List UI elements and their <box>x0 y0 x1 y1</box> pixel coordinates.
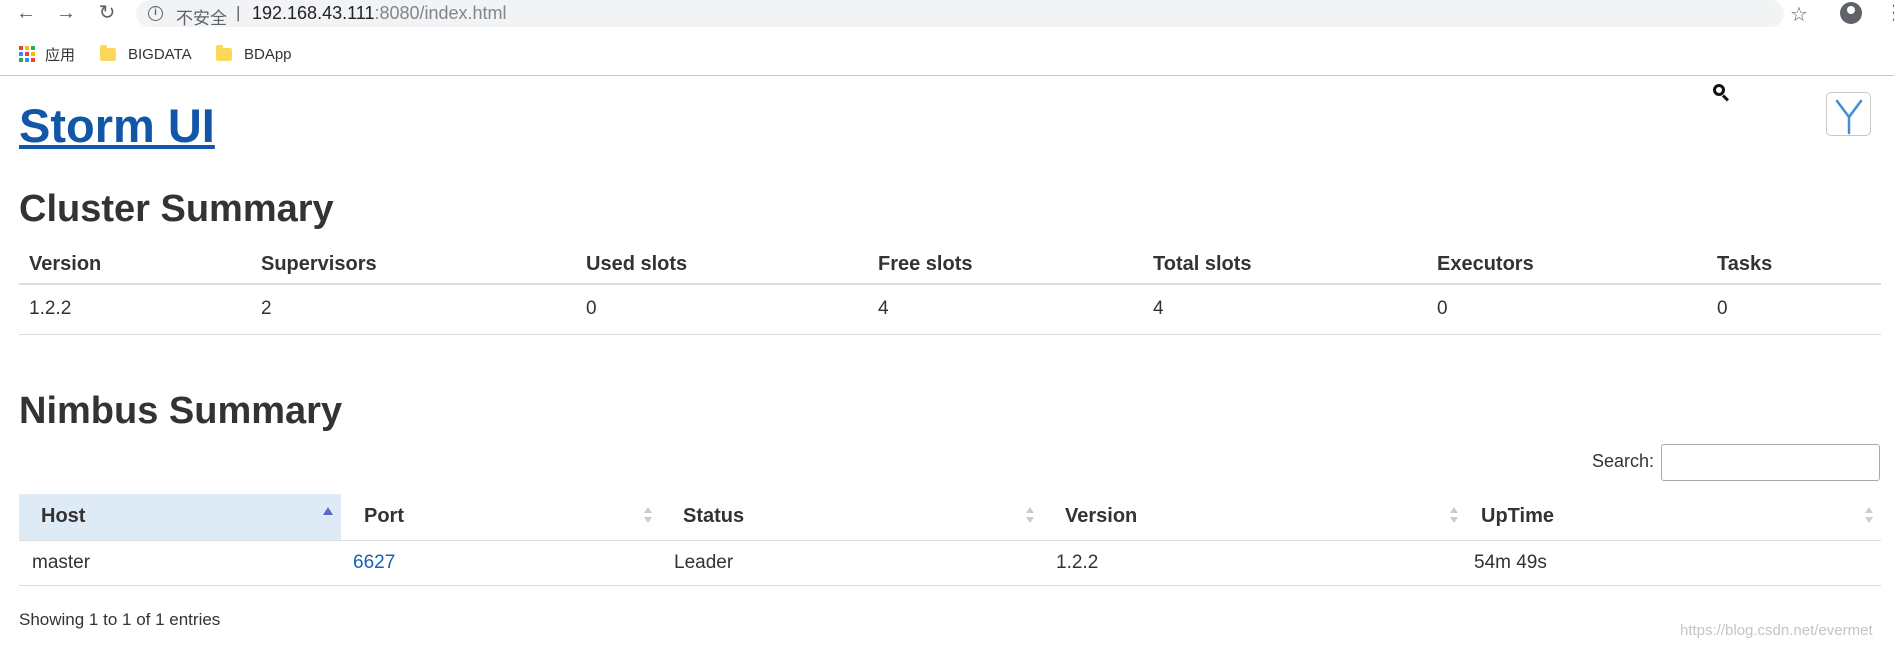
column-header-label: Status <box>683 505 745 528</box>
table-cell: 0 <box>1707 284 1881 335</box>
nimbus-summary-table: Host Port Status Version UpTime master 6… <box>19 494 1881 586</box>
search-label: Search: <box>1592 451 1655 471</box>
reload-icon[interactable]: ↻ <box>97 3 117 23</box>
url-host: 192.168.43.111 <box>252 3 375 23</box>
status-cell: Leader <box>660 540 1042 586</box>
table-cell: 1.2.2 <box>19 284 251 335</box>
sort-both-icon <box>1450 507 1458 525</box>
bookmark-label: BDApp <box>244 45 292 63</box>
url-text[interactable]: 192.168.43.111:8080/index.html <box>252 3 507 24</box>
port-cell: 6627 <box>341 540 660 586</box>
apps-grid-dot <box>31 46 35 50</box>
table-cell: 0 <box>1427 284 1707 335</box>
column-header: Supervisors <box>251 246 576 285</box>
column-header-status[interactable]: Status <box>660 494 1042 541</box>
column-header-port[interactable]: Port <box>341 494 660 541</box>
sort-ascending-icon <box>323 507 333 515</box>
table-header-row: Version Supervisors Used slots Free slot… <box>19 246 1881 285</box>
table-cell: 4 <box>868 284 1143 335</box>
apps-grid-icon <box>19 46 35 62</box>
folder-icon <box>100 44 116 61</box>
apps-grid-dot <box>19 46 23 50</box>
search-icon[interactable] <box>1713 84 1730 102</box>
column-header-label: UpTime <box>1481 505 1554 528</box>
column-header-label: Host <box>41 505 86 528</box>
column-header-label: Port <box>364 505 404 528</box>
info-icon[interactable]: i <box>148 6 163 21</box>
host-cell: master <box>19 540 341 586</box>
column-header: Free slots <box>868 246 1143 285</box>
cluster-summary-heading: Cluster Summary <box>19 188 334 230</box>
column-header: Total slots <box>1143 246 1427 285</box>
version-cell: 1.2.2 <box>1042 540 1466 586</box>
table-row: master 6627 Leader 1.2.2 54m 49s <box>19 540 1881 586</box>
bookmark-apps[interactable]: 应用 <box>19 44 75 64</box>
folder-icon <box>216 44 232 61</box>
nimbus-summary-heading: Nimbus Summary <box>19 390 343 432</box>
apps-grid-dot <box>19 58 23 62</box>
column-header: Version <box>19 246 251 285</box>
port-link[interactable]: 6627 <box>353 552 395 573</box>
table-cell: 4 <box>1143 284 1427 335</box>
sort-both-icon <box>1026 507 1034 525</box>
bookmark-bigdata[interactable]: BIGDATA <box>100 44 192 64</box>
account-icon[interactable] <box>1840 2 1862 24</box>
column-header-version[interactable]: Version <box>1042 494 1466 541</box>
apps-grid-dot <box>31 58 35 62</box>
column-header: Tasks <box>1707 246 1881 285</box>
browser-toolbar: ← → ↻ i 不安全 | 192.168.43.111:8080/index.… <box>0 0 1894 28</box>
page-title-link[interactable]: Storm UI <box>19 98 215 153</box>
column-header-host[interactable]: Host <box>19 494 341 541</box>
bookmark-bdapp[interactable]: BDApp <box>216 44 292 64</box>
apps-grid-dot <box>25 52 29 56</box>
apps-grid-dot <box>25 46 29 50</box>
menu-icon[interactable]: ⋮ <box>1884 3 1894 23</box>
sort-both-icon <box>1865 507 1873 525</box>
apps-grid-dot <box>19 52 23 56</box>
bookmark-star-icon[interactable]: ☆ <box>1790 2 1808 27</box>
table-cell: 2 <box>251 284 576 335</box>
apps-grid-dot <box>25 58 29 62</box>
insecure-label: 不安全 <box>176 9 227 28</box>
uptime-cell: 54m 49s <box>1466 540 1881 586</box>
column-header: Executors <box>1427 246 1707 285</box>
address-bar[interactable]: i 不安全 | 192.168.43.111:8080/index.html <box>136 0 1784 28</box>
table-info: Showing 1 to 1 of 1 entries <box>19 610 221 629</box>
cluster-summary-table: Version Supervisors Used slots Free slot… <box>19 246 1881 335</box>
bookmark-label: BIGDATA <box>128 45 192 63</box>
table-row: 1.2.2 2 0 4 4 0 0 <box>19 284 1881 335</box>
table-header-row: Host Port Status Version UpTime <box>19 494 1881 541</box>
column-header-label: Version <box>1065 505 1138 528</box>
extension-y-icon[interactable] <box>1826 92 1871 136</box>
search-input[interactable] <box>1661 444 1880 481</box>
column-header: Used slots <box>576 246 868 285</box>
table-cell: 0 <box>576 284 868 335</box>
watermark: https://blog.csdn.net/evermet <box>1680 622 1873 639</box>
apps-grid-dot <box>31 52 35 56</box>
url-separator: | <box>236 3 241 22</box>
forward-arrow-icon[interactable]: → <box>56 3 76 23</box>
chrome-divider <box>0 75 1894 76</box>
bookmarks-bar: 应用 BIGDATA BDApp <box>0 40 1894 70</box>
sort-both-icon <box>644 507 652 525</box>
bookmark-label: 应用 <box>45 46 76 64</box>
back-arrow-icon[interactable]: ← <box>16 3 36 23</box>
url-path: :8080/index.html <box>374 3 507 23</box>
column-header-uptime[interactable]: UpTime <box>1466 494 1881 541</box>
